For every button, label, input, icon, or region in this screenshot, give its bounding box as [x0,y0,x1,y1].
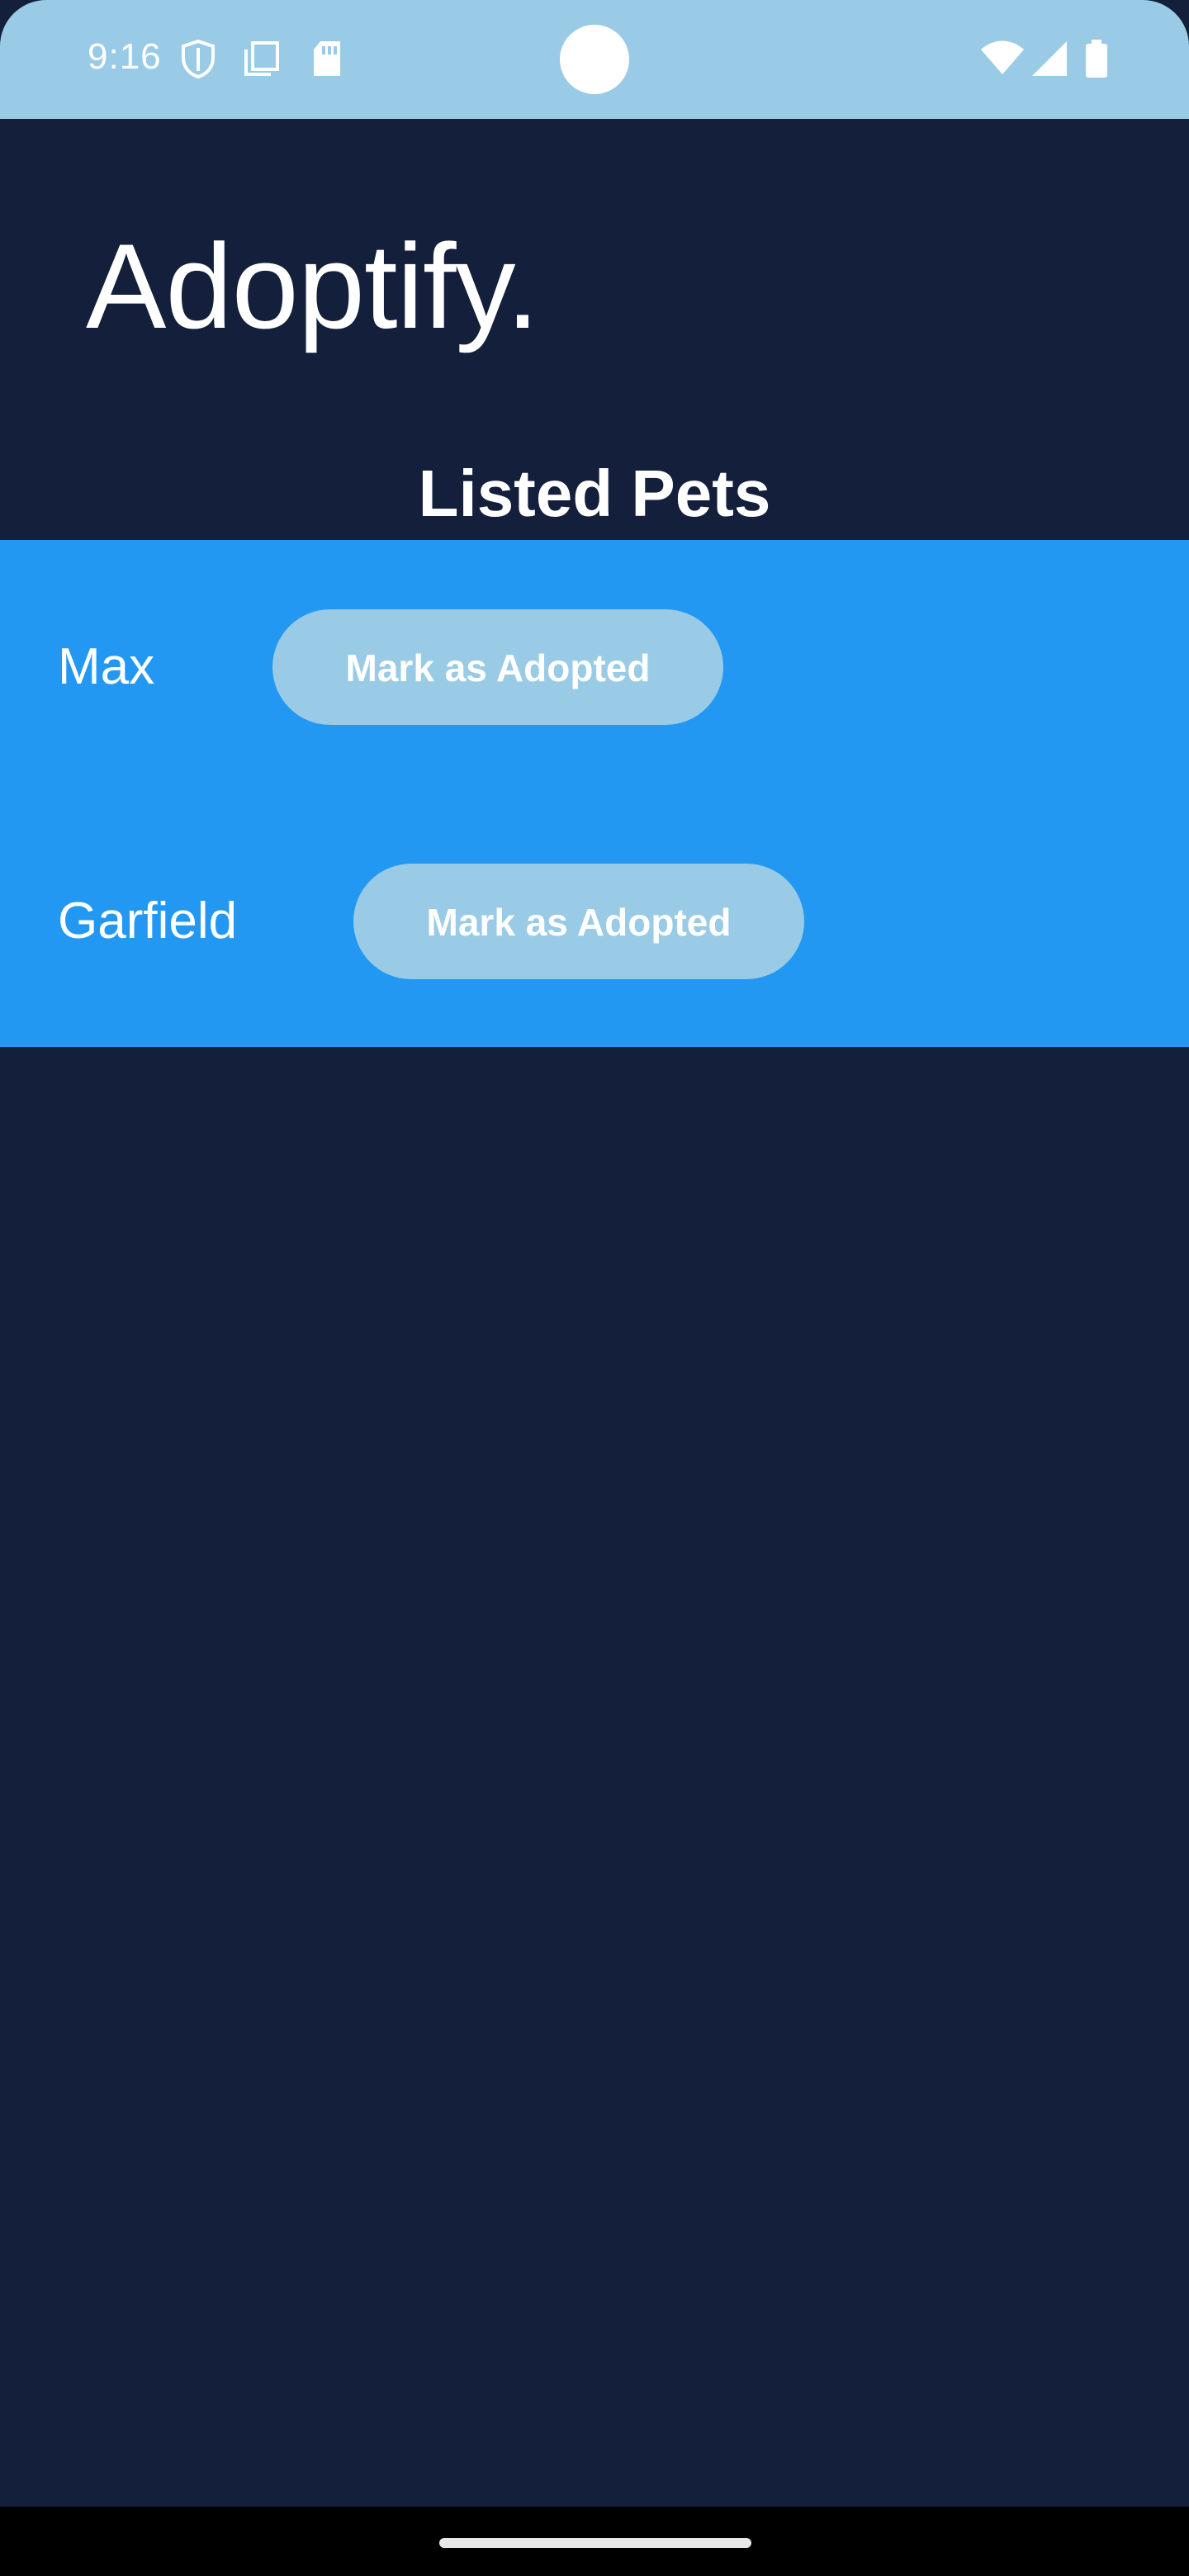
pet-name: Max [58,638,155,695]
home-indicator[interactable] [439,2538,751,2548]
pets-list: Max Mark as Adopted Garfield Mark as Ado… [0,540,1189,1047]
phone-screen: 9:16 Adoptify. Listed Pets Max Mark as A… [0,0,1189,2576]
mark-as-adopted-button[interactable]: Mark as Adopted [272,609,723,725]
pet-name: Garfield [58,893,238,949]
list-item: Max Mark as Adopted [0,609,1189,725]
shield-icon [178,38,218,79]
copy-icon [241,38,281,79]
camera-cutout [560,25,629,94]
list-item: Garfield Mark as Adopted [0,864,1189,979]
sd-card-icon [307,38,347,79]
mark-as-adopted-button[interactable]: Mark as Adopted [353,864,804,979]
section-title: Listed Pets [418,457,771,530]
battery-icon [1082,38,1111,79]
status-time: 9:16 [88,36,162,77]
wifi-icon [979,38,1026,79]
app-title: Adoptify. [86,219,539,353]
navigation-bar [0,2507,1189,2576]
signal-icon [1029,38,1070,79]
status-bar: 9:16 [0,0,1189,119]
